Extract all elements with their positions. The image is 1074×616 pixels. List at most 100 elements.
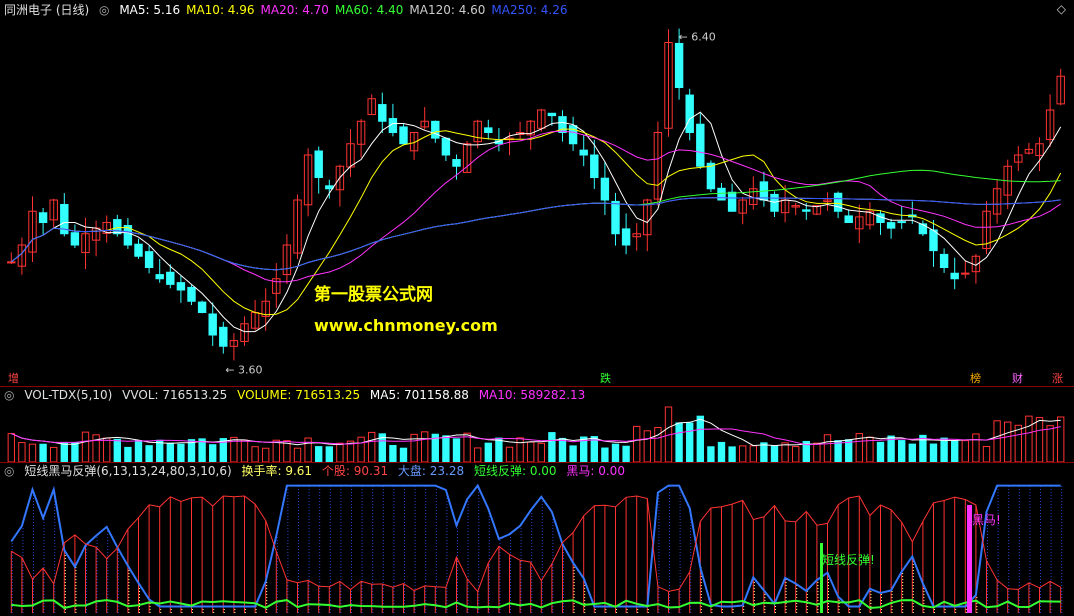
volume-bar [739,445,747,462]
volume-bar [251,446,259,462]
candle-body [452,159,461,167]
horse-label: 黑马! [972,513,1001,527]
volume-bar [961,440,969,462]
mark-die[interactable]: 跌 [598,370,613,386]
ma-line-250 [10,197,1061,271]
candle-body [441,137,451,156]
volume-bar [399,447,408,462]
volume-bar [442,435,450,462]
volume-bar [304,437,312,462]
volume-bar [92,434,100,462]
volume-bar [421,431,429,462]
volume-bar [357,436,365,462]
candle-body [568,125,578,145]
mark-cai[interactable]: 财 [1010,370,1025,386]
volume-bar [951,440,959,462]
volume-bar [452,438,461,462]
volume-bar [1035,417,1044,462]
volume-bar [81,431,90,462]
volume-bar [315,446,323,462]
volume-bar [845,439,853,462]
volume-bar [1004,421,1012,462]
candle-body [484,127,493,134]
volume-bar [325,446,333,462]
volume-bar [898,440,906,462]
candle-body [38,212,48,224]
volume-bar [368,431,376,462]
volume-bar [749,445,757,462]
indicator-panel: ◎ 短线黑马反弹(6,13,13,24,80,3,10,6) 换手率: 9.61… [0,463,1074,616]
ma-line-120 [10,197,1061,271]
mark-bang[interactable]: 榜 [968,370,983,386]
indicator-chart[interactable] [0,463,1074,616]
volume-bar [760,442,768,462]
volume-bar [792,446,800,462]
volume-bar [495,437,503,462]
candle-body [197,301,207,313]
candle-body [600,177,610,201]
watermark-title: 第一股票公式网 [314,285,433,305]
candle-body [833,192,843,212]
volume-bar [240,439,249,462]
volume-bar [611,443,620,462]
high-label: ← 6.40 [679,31,716,44]
volume-bar [643,430,651,462]
watermark-url: www.chnmoney.com [314,316,498,335]
volume-bar [728,446,736,462]
volume-bar [484,442,492,462]
candle-body [950,272,959,280]
volume-bar [993,420,1001,462]
volume-bar [60,441,68,462]
candle-body [706,162,716,190]
volume-bar [389,444,397,462]
volume-bar [601,447,609,462]
volume-bar [527,441,535,462]
volume-bar [39,443,47,462]
candle-body [770,193,779,212]
candle-body [939,253,949,268]
volume-bar [813,442,821,462]
candle-body [897,221,906,224]
candle-body [727,191,737,212]
volume-bar [103,437,111,462]
candle-body [187,286,196,302]
candle-body [696,123,705,167]
volume-bar [134,440,143,462]
candle-body [399,126,408,145]
volume-bar [940,437,948,462]
volume-bar [876,441,885,462]
volume-bar [770,445,779,462]
volume-bar [272,439,280,462]
volume-bar [113,438,121,462]
candle-body [929,229,938,252]
candle-body [886,222,896,229]
ma-line-20 [10,130,1061,283]
volume-bar [633,425,641,462]
volume-bar [548,432,556,462]
volume-bar [569,445,577,462]
candle-body [7,261,16,264]
candle-body [844,215,853,223]
low-label: ← 3.60 [225,364,262,377]
candle-body [621,228,631,246]
volume-bar [71,442,79,462]
volume-bar [781,442,789,462]
volume-bar [982,445,991,462]
price-chart[interactable]: ← 6.40 ← 3.60 [0,0,1074,386]
candle-body [685,94,694,133]
ind-blue-line [10,483,1061,608]
volume-bar [717,441,726,462]
mark-zeng[interactable]: 增 [6,370,21,386]
mark-zhang[interactable]: 涨 [1050,370,1065,386]
volume-bar [516,437,524,462]
candle-body [325,185,334,190]
candle-body [134,243,143,257]
volume-bar [293,447,302,462]
volume-bar [834,440,842,462]
volume-panel: ◎ VOL-TDX(5,10) VVOL: 716513.25 VOLUME: … [0,387,1074,462]
candle-body [176,282,186,291]
candle-body [70,232,80,246]
volume-bar [823,434,832,462]
volume-bar [177,443,185,462]
volume-chart[interactable] [0,387,1074,462]
